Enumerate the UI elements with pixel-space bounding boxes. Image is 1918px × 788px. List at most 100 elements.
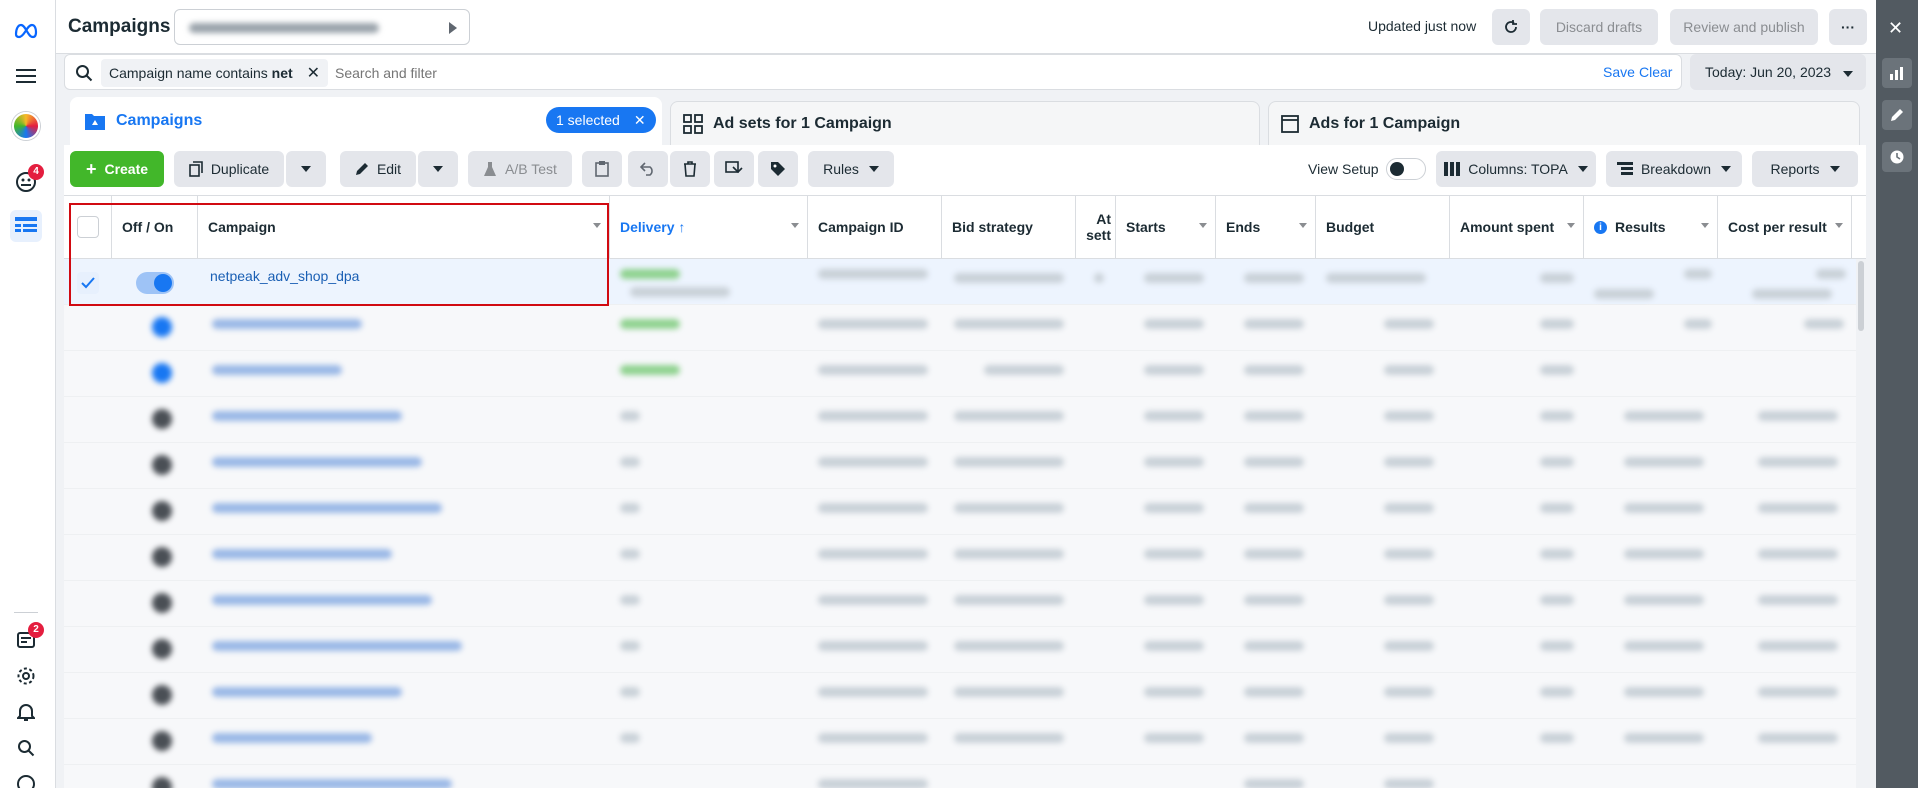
table-row[interactable] bbox=[64, 351, 1866, 397]
column-header-results[interactable]: i Results bbox=[1584, 196, 1718, 259]
campaign-toggle[interactable] bbox=[152, 639, 172, 659]
campaign-toggle[interactable] bbox=[152, 547, 172, 567]
selected-count-badge[interactable]: 1 selected ✕ bbox=[546, 107, 656, 133]
campaign-name-blurred[interactable] bbox=[212, 595, 432, 605]
column-header-budget[interactable]: Budget bbox=[1316, 196, 1450, 259]
table-row[interactable] bbox=[64, 673, 1866, 719]
close-icon[interactable]: ✕ bbox=[1888, 18, 1903, 39]
filter-chip[interactable]: Campaign name contains net ✕ bbox=[101, 59, 329, 87]
column-header-starts[interactable]: Starts bbox=[1116, 196, 1216, 259]
scrollbar-thumb[interactable] bbox=[1858, 261, 1864, 331]
column-header-bid-strategy[interactable]: Bid strategy bbox=[942, 196, 1076, 259]
refresh-button[interactable] bbox=[1492, 9, 1530, 45]
search-icon[interactable] bbox=[12, 734, 40, 762]
table-row-selected[interactable]: netpeak_adv_shop_dpa bbox=[64, 259, 1866, 305]
clipboard-button[interactable] bbox=[582, 151, 622, 187]
clear-filter-link[interactable]: Clear bbox=[1639, 64, 1672, 80]
search-filter-input[interactable] bbox=[335, 59, 835, 87]
campaign-name-blurred[interactable] bbox=[212, 779, 452, 788]
info-icon[interactable]: i bbox=[1594, 220, 1607, 234]
notifications-dashboard-icon[interactable]: 4 bbox=[12, 164, 44, 196]
campaign-name-blurred[interactable] bbox=[212, 319, 362, 329]
campaign-toggle[interactable] bbox=[152, 501, 172, 521]
column-header-attribution-setting[interactable]: At sett bbox=[1076, 196, 1116, 259]
reports-button[interactable]: Reports bbox=[1752, 151, 1858, 187]
column-header-amount-spent[interactable]: Amount spent bbox=[1450, 196, 1584, 259]
campaign-on-toggle[interactable] bbox=[136, 272, 174, 294]
campaign-name-blurred[interactable] bbox=[212, 365, 342, 375]
clear-selection-close-icon[interactable]: ✕ bbox=[634, 112, 646, 129]
undo-button[interactable] bbox=[628, 151, 668, 187]
tag-button[interactable] bbox=[758, 151, 798, 187]
column-header-delivery[interactable]: Delivery ↑ bbox=[610, 196, 808, 259]
table-row[interactable] bbox=[64, 305, 1866, 351]
column-header-campaign[interactable]: Campaign bbox=[198, 196, 610, 259]
column-header-campaign-id[interactable]: Campaign ID bbox=[808, 196, 942, 259]
settings-gear-icon[interactable] bbox=[12, 662, 40, 690]
breakdown-button[interactable]: Breakdown bbox=[1606, 151, 1742, 187]
campaign-toggle[interactable] bbox=[152, 409, 172, 429]
save-filter-link[interactable]: Save bbox=[1603, 64, 1635, 80]
column-header-off-on[interactable]: Off / On bbox=[112, 196, 198, 259]
table-row[interactable] bbox=[64, 719, 1866, 765]
more-options-button[interactable]: ··· bbox=[1829, 9, 1867, 45]
column-header-cost-per-result[interactable]: Cost per result bbox=[1718, 196, 1852, 259]
duplicate-button[interactable]: Duplicate bbox=[174, 151, 284, 187]
remove-filter-close-icon[interactable]: ✕ bbox=[307, 63, 320, 83]
tab-campaigns[interactable]: Campaigns 1 selected ✕ bbox=[70, 97, 662, 145]
review-publish-button[interactable]: Review and publish bbox=[1670, 9, 1818, 45]
campaign-toggle[interactable] bbox=[152, 731, 172, 751]
campaign-name-blurred[interactable] bbox=[212, 733, 372, 743]
table-row[interactable] bbox=[64, 765, 1866, 788]
campaign-name-blurred[interactable] bbox=[212, 687, 402, 697]
campaign-toggle[interactable] bbox=[152, 317, 172, 337]
columns-button[interactable]: Columns: TOPA bbox=[1436, 151, 1596, 187]
tab-adsets[interactable]: Ad sets for 1 Campaign bbox=[670, 101, 1260, 145]
view-setup-toggle[interactable] bbox=[1386, 158, 1426, 180]
history-clock-icon[interactable] bbox=[1882, 142, 1912, 172]
campaign-name-blurred[interactable] bbox=[212, 411, 402, 421]
campaign-toggle[interactable] bbox=[152, 455, 172, 475]
edit-dropdown-button[interactable] bbox=[418, 151, 458, 187]
rules-button[interactable]: Rules bbox=[808, 151, 894, 187]
campaign-toggle[interactable] bbox=[152, 593, 172, 613]
column-header-ends[interactable]: Ends bbox=[1216, 196, 1316, 259]
table-row[interactable] bbox=[64, 535, 1866, 581]
date-range-picker[interactable]: Today: Jun 20, 2023 bbox=[1690, 54, 1866, 90]
campaign-toggle[interactable] bbox=[152, 777, 172, 788]
pages-icon[interactable]: 2 bbox=[12, 622, 44, 654]
help-icon[interactable] bbox=[12, 770, 40, 788]
meta-logo-icon[interactable] bbox=[12, 16, 40, 44]
charts-icon[interactable] bbox=[1882, 58, 1912, 88]
row-checkbox-checked[interactable] bbox=[77, 272, 99, 294]
discard-drafts-button[interactable]: Discard drafts bbox=[1540, 9, 1658, 45]
campaign-name-blurred[interactable] bbox=[212, 549, 392, 559]
menu-icon[interactable] bbox=[12, 62, 40, 90]
campaign-name-blurred[interactable] bbox=[212, 641, 462, 651]
ads-manager-table-icon[interactable] bbox=[10, 210, 42, 242]
bell-icon[interactable] bbox=[12, 698, 40, 726]
table-row[interactable] bbox=[64, 397, 1866, 443]
table-row[interactable] bbox=[64, 443, 1866, 489]
delete-button[interactable] bbox=[670, 151, 710, 187]
export-button[interactable] bbox=[714, 151, 754, 187]
edit-button[interactable]: Edit bbox=[340, 151, 416, 187]
table-row[interactable] bbox=[64, 489, 1866, 535]
account-avatar[interactable] bbox=[12, 112, 40, 140]
duplicate-dropdown-button[interactable] bbox=[286, 151, 326, 187]
select-all-checkbox[interactable] bbox=[76, 216, 99, 238]
account-selector[interactable] bbox=[174, 9, 470, 45]
campaign-toggle[interactable] bbox=[152, 685, 172, 705]
campaign-toggle[interactable] bbox=[152, 363, 172, 383]
campaign-name-blurred[interactable] bbox=[212, 457, 422, 467]
campaign-name-link[interactable]: netpeak_adv_shop_dpa bbox=[210, 268, 359, 284]
campaign-name-blurred[interactable] bbox=[212, 503, 442, 513]
tab-ads[interactable]: Ads for 1 Campaign bbox=[1268, 101, 1860, 145]
edit-pencil-icon[interactable] bbox=[1882, 100, 1912, 130]
create-button[interactable]: + Create bbox=[70, 151, 164, 187]
table-row[interactable] bbox=[64, 627, 1866, 673]
table-scrollbar[interactable] bbox=[1856, 259, 1866, 788]
table-row[interactable] bbox=[64, 581, 1866, 627]
ab-test-button[interactable]: A/B Test bbox=[468, 151, 572, 187]
breakdown-label: Breakdown bbox=[1640, 161, 1712, 177]
